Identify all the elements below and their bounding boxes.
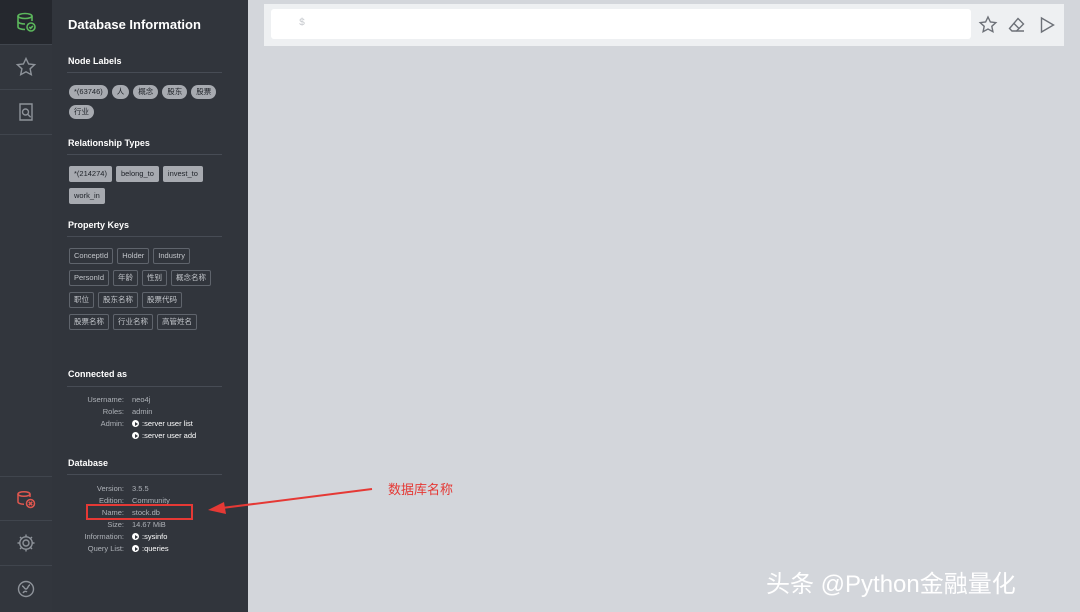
annotation-arrow <box>208 488 373 514</box>
annotation-text: 数据库名称 <box>388 483 454 498</box>
watermark-text: 头条 @Python金融量化 <box>766 571 1016 598</box>
